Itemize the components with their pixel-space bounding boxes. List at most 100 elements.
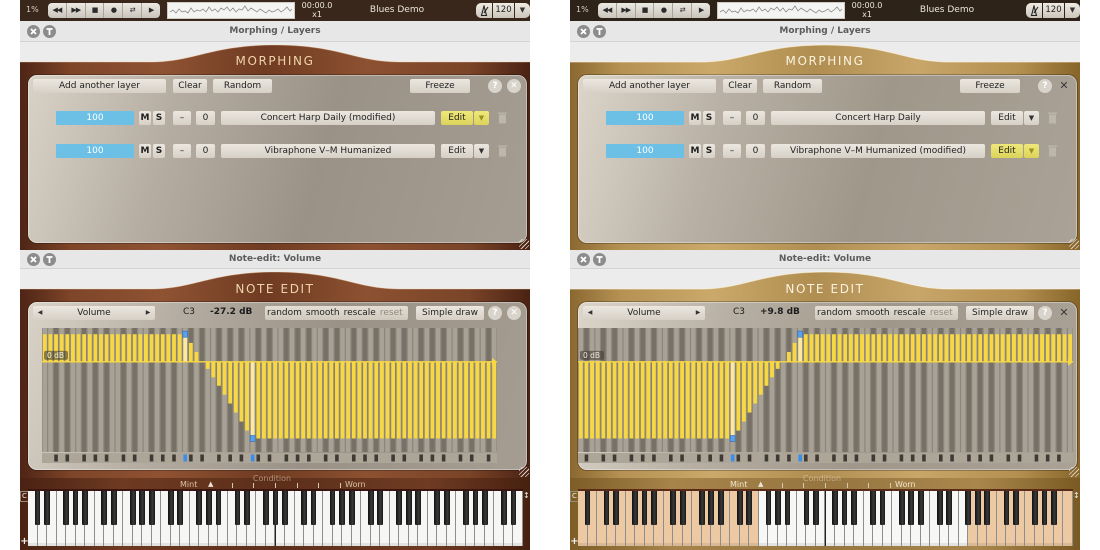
black-key[interactable] <box>632 491 638 525</box>
volume-bar[interactable] <box>306 361 311 439</box>
volume-bar[interactable] <box>927 334 932 362</box>
volume-bar[interactable] <box>702 361 707 439</box>
black-key[interactable] <box>244 491 250 525</box>
close-panel-icon[interactable]: ✕ <box>1057 79 1071 93</box>
volume-bar[interactable] <box>222 361 227 395</box>
black-key[interactable] <box>641 491 648 525</box>
black-key[interactable] <box>415 491 422 525</box>
help-icon[interactable]: ? <box>1038 79 1052 93</box>
reset-button[interactable]: reset <box>928 306 959 320</box>
delete-layer-button[interactable] <box>496 111 508 125</box>
rewind-icon[interactable]: ◀◀ <box>48 3 67 18</box>
black-key[interactable] <box>851 491 857 525</box>
layer-transpose-decrement[interactable]: – <box>173 111 191 125</box>
black-key[interactable] <box>1051 491 1057 525</box>
volume-bar[interactable] <box>194 351 199 362</box>
volume-bar[interactable] <box>1023 334 1028 362</box>
volume-bar[interactable] <box>312 361 317 439</box>
black-key[interactable] <box>272 491 279 525</box>
resize-grip[interactable] <box>1069 239 1079 249</box>
layer-transpose-decrement[interactable]: – <box>723 144 741 158</box>
volume-bar[interactable] <box>138 334 143 362</box>
volume-bar[interactable] <box>469 361 474 439</box>
volume-bar[interactable] <box>584 361 589 439</box>
volume-bar[interactable] <box>742 361 746 422</box>
volume-bar[interactable] <box>848 334 853 362</box>
volume-bar[interactable] <box>713 361 718 439</box>
bar-handle[interactable] <box>182 330 188 338</box>
song-waveform-display[interactable] <box>717 2 845 19</box>
volume-bar[interactable] <box>357 361 362 439</box>
black-key[interactable] <box>263 491 269 525</box>
volume-bar[interactable] <box>245 361 249 431</box>
volume-bar[interactable] <box>363 361 367 439</box>
black-key[interactable] <box>482 491 488 525</box>
volume-bar[interactable] <box>228 361 233 404</box>
close-panel-icon[interactable]: ✕ <box>507 306 521 320</box>
volume-bar[interactable] <box>1006 334 1011 362</box>
volume-bar[interactable] <box>578 361 583 439</box>
volume-bar[interactable] <box>697 361 701 439</box>
layer-edit-button[interactable]: Edit <box>991 111 1023 125</box>
volume-bar[interactable] <box>916 334 921 362</box>
volume-bar[interactable] <box>261 361 266 439</box>
note-column[interactable] <box>781 328 786 452</box>
volume-bar[interactable] <box>899 334 904 362</box>
smooth-tool-button[interactable]: smooth <box>854 306 892 320</box>
volume-bar[interactable] <box>691 361 696 439</box>
volume-bar[interactable] <box>447 361 452 439</box>
volume-bar[interactable] <box>770 361 774 378</box>
rewind-icon[interactable]: ◀◀ <box>598 3 617 18</box>
volume-bar[interactable] <box>211 361 216 378</box>
volume-bar[interactable] <box>323 361 328 439</box>
play-icon[interactable]: ▶ <box>142 3 160 18</box>
volume-bar[interactable] <box>464 361 469 439</box>
volume-bar[interactable] <box>837 334 842 362</box>
black-key[interactable] <box>879 491 886 525</box>
random-tool-button[interactable]: random <box>265 306 304 320</box>
draw-mode-button[interactable]: Simple draw <box>966 306 1034 320</box>
freeze-button[interactable]: Freeze <box>960 79 1020 93</box>
layer-mute-button[interactable]: M <box>689 111 701 125</box>
stop-icon[interactable]: ■ <box>86 3 105 18</box>
condition-slider-handle[interactable]: ▲ <box>208 480 213 488</box>
black-key[interactable] <box>832 491 838 525</box>
volume-bar[interactable] <box>379 361 384 439</box>
tempo-menu-button[interactable]: ▼ <box>1065 3 1080 18</box>
volume-bar[interactable] <box>301 361 306 439</box>
volume-bar[interactable] <box>618 361 623 439</box>
black-key[interactable] <box>129 491 136 525</box>
volume-bar[interactable] <box>132 334 137 362</box>
volume-bar[interactable] <box>486 361 491 439</box>
volume-bar[interactable] <box>719 361 724 439</box>
black-key[interactable] <box>651 491 657 525</box>
volume-bar[interactable] <box>424 361 429 439</box>
tempo-menu-button[interactable]: ▼ <box>515 3 530 18</box>
help-icon[interactable]: ? <box>1038 306 1052 320</box>
note-column[interactable] <box>769 328 775 452</box>
volume-bar[interactable] <box>775 361 780 369</box>
volume-bar[interactable] <box>905 334 909 362</box>
black-key[interactable] <box>708 491 715 525</box>
play-icon[interactable]: ▶ <box>692 3 710 18</box>
volume-bar[interactable] <box>278 361 283 439</box>
help-icon[interactable]: ? <box>488 306 502 320</box>
black-key[interactable] <box>282 491 288 525</box>
note-column[interactable] <box>199 328 205 452</box>
volume-bar[interactable] <box>1068 334 1073 362</box>
volume-bar[interactable] <box>680 361 684 439</box>
volume-bar[interactable] <box>115 334 120 362</box>
black-key[interactable] <box>405 491 412 525</box>
volume-bar[interactable] <box>736 361 741 431</box>
volume-bar[interactable] <box>334 361 339 439</box>
volume-bar[interactable] <box>809 334 814 362</box>
volume-bar[interactable] <box>267 361 272 439</box>
black-key[interactable] <box>148 491 155 525</box>
volume-bar[interactable] <box>475 361 480 439</box>
black-key[interactable] <box>44 491 50 525</box>
layer-edit-button[interactable]: Edit <box>991 144 1023 158</box>
piano-keyboard[interactable] <box>28 489 523 546</box>
resize-grip[interactable] <box>1069 467 1079 477</box>
volume-bar[interactable] <box>910 334 915 362</box>
help-icon[interactable]: ? <box>488 79 502 93</box>
